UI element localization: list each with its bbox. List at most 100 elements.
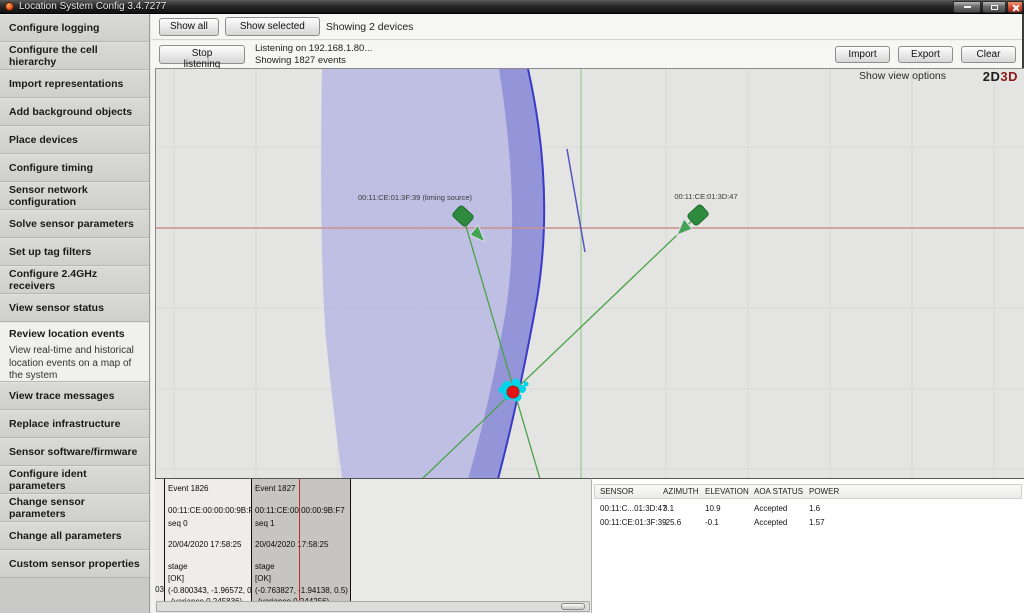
sidebar-item-import-representations[interactable]: Import representations — [0, 70, 149, 98]
table-cell-aoa-status: Accepted — [754, 518, 787, 527]
event-title: Event 1826 — [168, 484, 208, 493]
sidebar-item-label: Change all parameters — [9, 530, 122, 542]
uncertainty-region-light — [321, 69, 512, 479]
map-grid — [156, 69, 1024, 479]
sidebar-item-sensor-software-firmware[interactable]: Sensor software/firmware — [0, 438, 149, 466]
event-card-clipped[interactable]: 0.50203 — [155, 479, 165, 601]
sidebar-item-label: Sensor software/firmware — [9, 446, 137, 458]
sidebar-item-set-up-tag-filters[interactable]: Set up tag filters — [0, 238, 149, 266]
location-map[interactable]: 00:11:CE:01:3F:39 (timing source) 00:11:… — [155, 68, 1024, 479]
sidebar-item-configure-logging[interactable]: Configure logging — [0, 14, 149, 42]
table-header-row — [594, 484, 1022, 499]
sidebar-item-change-sensor-parameters[interactable]: Change sensor parameters — [0, 494, 149, 522]
sidebar-item-label: Custom sensor properties — [9, 558, 140, 570]
sidebar-item-label: Add background objects — [9, 106, 132, 118]
table-cell-power: 1.57 — [809, 518, 825, 527]
column-header-azimuth: AZIMUTH — [663, 487, 699, 496]
table-cell-elevation: 10.9 — [705, 504, 721, 513]
sensor-label-3d47: 00:11:CE:01:3D:47 — [674, 192, 737, 201]
mode-2d-button[interactable]: 2D — [983, 69, 1001, 84]
event-stage-label: stage — [255, 562, 275, 571]
event-seq: seq 1 — [255, 519, 275, 528]
sidebar-item-label: Review location events — [9, 328, 125, 340]
sidebar-item-change-all-parameters[interactable]: Change all parameters — [0, 522, 149, 550]
events-horizontal-scrollbar[interactable] — [156, 601, 590, 612]
table-cell-azimuth: 3.1 — [663, 504, 674, 513]
sidebar-item-solve-sensor-parameters[interactable]: Solve sensor parameters — [0, 210, 149, 238]
blue-wall-segment — [567, 149, 585, 252]
devices-count-status: Showing 2 devices — [326, 21, 414, 33]
event-position: (-0.763827, -1.94138, 0.5) — [255, 586, 348, 595]
clipped-event-text: 0.50203 — [155, 585, 164, 594]
listening-status: Listening on 192.168.1.80... Showing 182… — [255, 43, 372, 66]
show-selected-button[interactable]: Show selected — [225, 17, 320, 36]
event-seq: seq 0 — [168, 519, 188, 528]
sensor-readings-panel: SENSOR AZIMUTH ELEVATION AOA STATUS POWE… — [591, 478, 1024, 613]
event-title: Event 1827 — [255, 484, 295, 493]
mode-3d-button[interactable]: 3D — [1000, 69, 1018, 84]
close-button[interactable] — [1007, 1, 1023, 13]
sidebar-item-label: Configure 2.4GHz receivers — [9, 268, 140, 292]
sidebar-item-configure-24ghz-receivers[interactable]: Configure 2.4GHz receivers — [0, 266, 149, 294]
sidebar-item-view-sensor-status[interactable]: View sensor status — [0, 294, 149, 322]
main-panel: Show all Show selected Showing 2 devices… — [151, 14, 1024, 613]
clear-button[interactable]: Clear — [961, 46, 1016, 63]
event-timestamp: 20/04/2020 17:58:25 — [168, 540, 241, 549]
scrollbar-thumb[interactable] — [561, 603, 585, 610]
sidebar-item-label: Sensor network configuration — [9, 184, 140, 208]
sidebar-item-custom-sensor-properties[interactable]: Custom sensor properties — [0, 550, 149, 578]
sidebar-item-place-devices[interactable]: Place devices — [0, 126, 149, 154]
table-cell-azimuth: -25.6 — [663, 518, 681, 527]
sensor-label-3f39: 00:11:CE:01:3F:39 (timing source) — [358, 193, 473, 202]
sidebar-item-label: Place devices — [9, 134, 78, 146]
event-timeline-panel[interactable]: 0.50203 Event 1826 00:11:CE:00:00:00:9B:… — [155, 478, 591, 613]
column-header-power: POWER — [809, 487, 839, 496]
sidebar-item-label: Solve sensor parameters — [9, 218, 134, 230]
sidebar-item-replace-infrastructure[interactable]: Replace infrastructure — [0, 410, 149, 438]
event-card-1827-selected[interactable]: Event 1827 00:11:CE:00:00:00:9B:F7 seq 1… — [252, 479, 351, 601]
listening-address: Listening on 192.168.1.80... — [255, 43, 372, 55]
sidebar-item-label: View trace messages — [9, 390, 114, 402]
sidebar-item-label: Replace infrastructure — [9, 418, 120, 430]
minimize-icon — [964, 6, 971, 8]
task-sidebar: Configure logging Configure the cell hie… — [0, 14, 150, 613]
sidebar-item-label: Configure ident parameters — [9, 468, 140, 492]
sidebar-item-view-trace-messages[interactable]: View trace messages — [0, 382, 149, 410]
sidebar-item-label: Set up tag filters — [9, 246, 91, 258]
event-card-1826[interactable]: Event 1826 00:11:CE:00:00:00:9B:F7 seq 0… — [165, 479, 252, 601]
sidebar-item-configure-ident-parameters[interactable]: Configure ident parameters — [0, 466, 149, 494]
sidebar-item-label: Configure logging — [9, 22, 99, 34]
event-position: (-0.800343, -1.96572, 0.5 — [168, 586, 252, 595]
sidebar-item-review-location-events[interactable]: Review location events View real-time an… — [0, 322, 149, 382]
table-cell-aoa-status: Accepted — [754, 504, 787, 513]
map-canvas: 00:11:CE:01:3F:39 (timing source) 00:11:… — [156, 69, 1024, 479]
devices-toolbar: Show all Show selected Showing 2 devices — [151, 14, 1022, 40]
view-mode-toggle: 2D3D — [983, 69, 1018, 84]
timeline-cursor[interactable] — [299, 479, 300, 601]
event-timestamp: 20/04/2020 17:58:25 — [255, 540, 328, 549]
table-cell-elevation: -0.1 — [705, 518, 719, 527]
stop-listening-button[interactable]: Stop listening — [159, 45, 245, 64]
event-stage-label: stage — [168, 562, 188, 571]
tag-current-position-marker — [507, 386, 519, 398]
sidebar-item-label: Configure timing — [9, 162, 93, 174]
table-cell-sensor: 00:11:CE:01:3F:39 — [600, 518, 667, 527]
show-all-button[interactable]: Show all — [159, 18, 219, 36]
app-icon — [5, 2, 14, 11]
sidebar-item-configure-timing[interactable]: Configure timing — [0, 154, 149, 182]
sensor-device-3d47[interactable] — [677, 204, 709, 235]
sidebar-item-sensor-network-configuration[interactable]: Sensor network configuration — [0, 182, 149, 210]
window-title: Location System Config 3.4.7277 — [19, 2, 166, 12]
title-bar: Location System Config 3.4.7277 — [0, 0, 1024, 14]
show-view-options-link[interactable]: Show view options — [859, 70, 946, 82]
event-tag-id: 00:11:CE:00:00:00:9B:F7 — [168, 506, 252, 515]
close-icon — [1012, 4, 1019, 11]
sidebar-item-cell-hierarchy[interactable]: Configure the cell hierarchy — [0, 42, 149, 70]
import-button[interactable]: Import — [835, 46, 890, 63]
sidebar-item-add-background-objects[interactable]: Add background objects — [0, 98, 149, 126]
export-button[interactable]: Export — [898, 46, 953, 63]
minimize-button[interactable] — [953, 1, 981, 13]
maximize-button[interactable] — [982, 1, 1006, 13]
events-count-status: Showing 1827 events — [255, 55, 372, 67]
column-header-elevation: ELEVATION — [705, 487, 749, 496]
